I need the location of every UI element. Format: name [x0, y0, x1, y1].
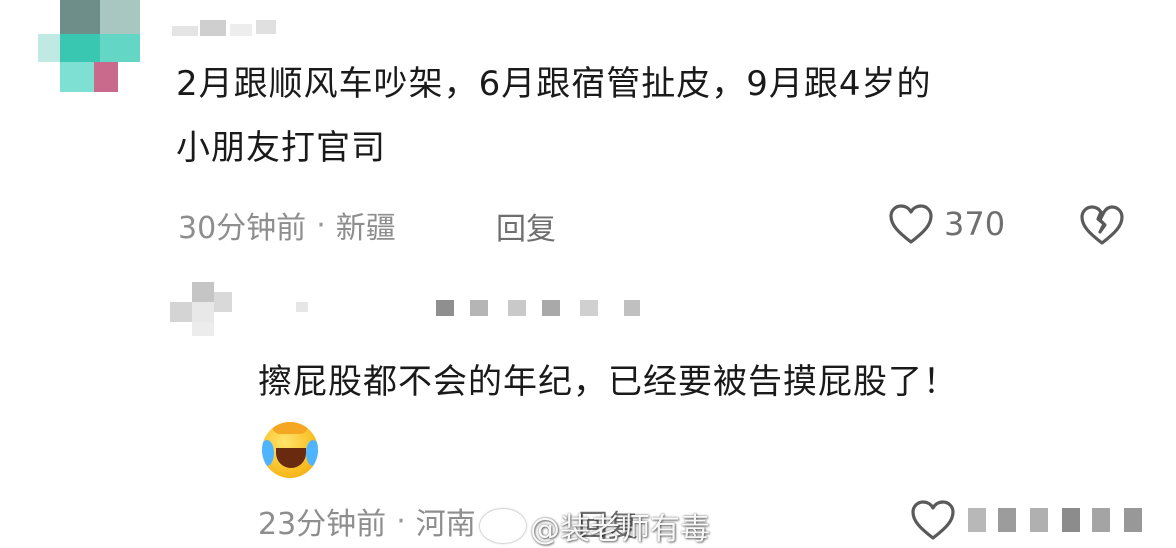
comment-text: 2月跟顺风车吵架，6月跟宿管扯皮，9月跟4岁的 小朋友打官司 [176, 52, 1136, 180]
location: 新疆 [335, 211, 396, 246]
meta-separator: · [316, 207, 326, 243]
timestamp: 23分钟前 [258, 507, 387, 542]
like-count: 370 [944, 205, 1006, 243]
heart-icon[interactable] [888, 203, 934, 245]
heart-icon[interactable] [910, 499, 956, 541]
avatar[interactable] [170, 282, 236, 338]
comment-meta: 23分钟前 · 河南 [258, 500, 476, 543]
watermark-text: @装老师有毒 [530, 512, 710, 547]
timestamp: 30分钟前 [178, 211, 307, 246]
meta-separator: · [396, 503, 406, 539]
comment-text-line-1: 擦屁股都不会的年纪，已经要被告摸屁股了！ [258, 362, 958, 402]
comment-text: 擦屁股都不会的年纪，已经要被告摸屁股了！ [258, 350, 1138, 414]
watermark: @装老师有毒 [480, 504, 710, 548]
location: 河南 [415, 507, 476, 542]
username-censored[interactable] [172, 20, 302, 38]
comment-meta: 30分钟前 · 新疆 [178, 204, 396, 247]
username-censored[interactable] [296, 298, 646, 318]
comment-text-line-1: 2月跟顺风车吵架，6月跟宿管扯皮，9月跟4岁的 [176, 64, 932, 104]
weibo-logo-icon [480, 509, 526, 543]
censored-area [968, 508, 1158, 534]
crying-laughing-face-icon [262, 422, 318, 478]
broken-heart-icon[interactable] [1078, 203, 1126, 247]
avatar[interactable] [38, 0, 158, 96]
reply-button[interactable]: 回复 [496, 204, 556, 248]
comment-text-line-2: 小朋友打官司 [176, 128, 386, 168]
